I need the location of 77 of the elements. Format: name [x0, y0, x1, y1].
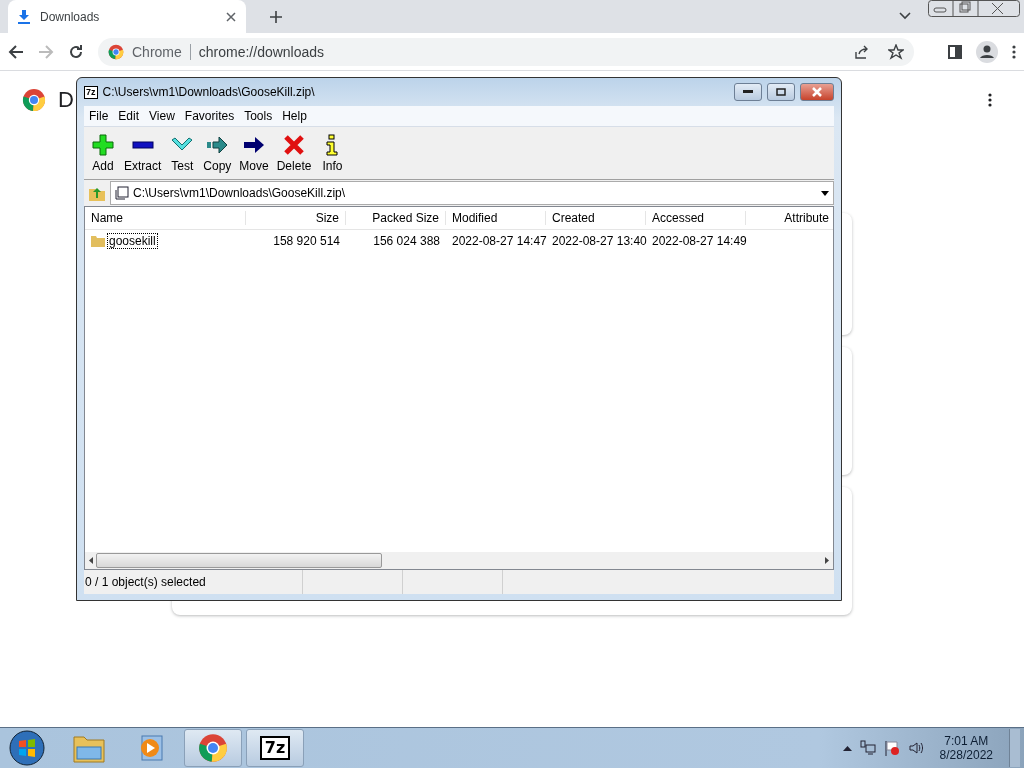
chrome-logo-icon	[22, 88, 46, 112]
minimize-button[interactable]	[734, 83, 762, 101]
column-header[interactable]: Attribute	[746, 211, 833, 225]
chrome-icon	[198, 733, 228, 763]
table-cell-text: 2022-08-27 14:49	[651, 234, 746, 248]
folder-icon	[73, 733, 105, 763]
toolbar-button[interactable]: Delete	[272, 133, 316, 173]
table-cell-text: 2022-08-27 13:40	[551, 234, 646, 248]
speaker-icon[interactable]	[907, 740, 924, 756]
site-label: Chrome	[132, 43, 191, 60]
column-header[interactable]: Created	[546, 211, 646, 225]
menu-item[interactable]: Help	[277, 109, 312, 123]
toolbar-button[interactable]: Test	[165, 133, 200, 173]
table-cell-text: 158 920 514	[272, 234, 341, 248]
folder-icon	[91, 234, 105, 248]
minimize-icon	[743, 90, 753, 94]
flag-icon[interactable]	[883, 740, 900, 756]
dropdown-arrow-icon[interactable]	[821, 190, 829, 196]
menu-item[interactable]: Tools	[239, 109, 278, 123]
download-icon	[18, 9, 30, 24]
plus-icon	[92, 133, 114, 156]
tray-arrow-icon[interactable]	[842, 745, 852, 751]
toolbar-button[interactable]: Copy	[199, 133, 236, 173]
share-icon[interactable]	[854, 43, 870, 60]
taskbar-app-button[interactable]: 7z	[246, 729, 304, 767]
archiver-logo: 7z	[259, 736, 291, 760]
profile-avatar-icon[interactable]	[976, 40, 998, 63]
table-cell-text: 156 024 388	[372, 234, 441, 248]
close-icon[interactable]	[226, 11, 236, 22]
scroll-left-icon[interactable]	[89, 557, 93, 564]
toolbar-button[interactable]: Move	[235, 133, 273, 173]
windows-logo-icon	[9, 730, 45, 766]
maximize-icon	[776, 88, 786, 96]
column-header[interactable]: Name	[85, 211, 246, 225]
network-icon[interactable]	[859, 740, 876, 756]
toolbar-button[interactable]: Extract	[120, 133, 166, 173]
menu-item[interactable]: Favorites	[179, 109, 240, 123]
app-logo: 7z	[84, 85, 98, 99]
menu-icon[interactable]	[1012, 44, 1016, 59]
browser-tab[interactable]: Downloads	[8, 0, 246, 33]
column-header[interactable]: Modified	[446, 211, 546, 225]
side-panel-icon[interactable]	[948, 44, 962, 59]
start-button[interactable]	[8, 729, 46, 767]
back-icon[interactable]	[8, 43, 24, 60]
menu-item[interactable]: File	[84, 109, 114, 123]
path-field[interactable]: C:\Users\vm1\Downloads\GooseKill.zip\	[110, 181, 834, 205]
column-header[interactable]: Packed Size	[346, 211, 446, 225]
archive-icon	[115, 186, 129, 200]
window-title: C:\Users\vm1\Downloads\GooseKill.zip\	[102, 85, 316, 99]
delete-icon	[283, 133, 306, 156]
close-icon	[811, 87, 823, 97]
page-title: D	[58, 87, 74, 113]
table-cell-text: 2022-08-27 14:47	[451, 234, 546, 248]
chevron-down-icon[interactable]	[899, 12, 911, 20]
scroll-right-icon[interactable]	[825, 557, 829, 564]
toolbar-button[interactable]: Info	[315, 133, 350, 173]
window-controls-icon[interactable]	[928, 0, 1020, 17]
media-player-icon	[138, 734, 164, 762]
column-header[interactable]: Accessed	[646, 211, 746, 225]
reload-icon[interactable]	[68, 43, 84, 60]
menu-item[interactable]: View	[144, 109, 180, 123]
url-text: chrome://downloads	[198, 43, 325, 60]
star-icon[interactable]	[888, 43, 904, 60]
taskbar-app-button[interactable]	[184, 729, 242, 767]
toolbar-button[interactable]: Add	[86, 133, 120, 173]
file-name[interactable]: goosekill	[107, 233, 158, 249]
menu-item[interactable]: Edit	[113, 109, 145, 123]
maximize-button[interactable]	[767, 83, 795, 101]
new-tab-icon[interactable]	[270, 11, 282, 23]
chrome-site-icon	[108, 43, 124, 60]
close-button[interactable]	[800, 83, 834, 101]
menu-icon[interactable]	[988, 93, 992, 107]
clock[interactable]: 7:01 AM 8/28/2022	[939, 734, 993, 762]
address-bar[interactable]: Chrome chrome://downloads	[98, 37, 914, 66]
scrollbar-thumb[interactable]	[96, 553, 382, 568]
column-header[interactable]: Size	[246, 211, 346, 225]
status-text: 0 / 1 object(s) selected	[84, 575, 207, 589]
